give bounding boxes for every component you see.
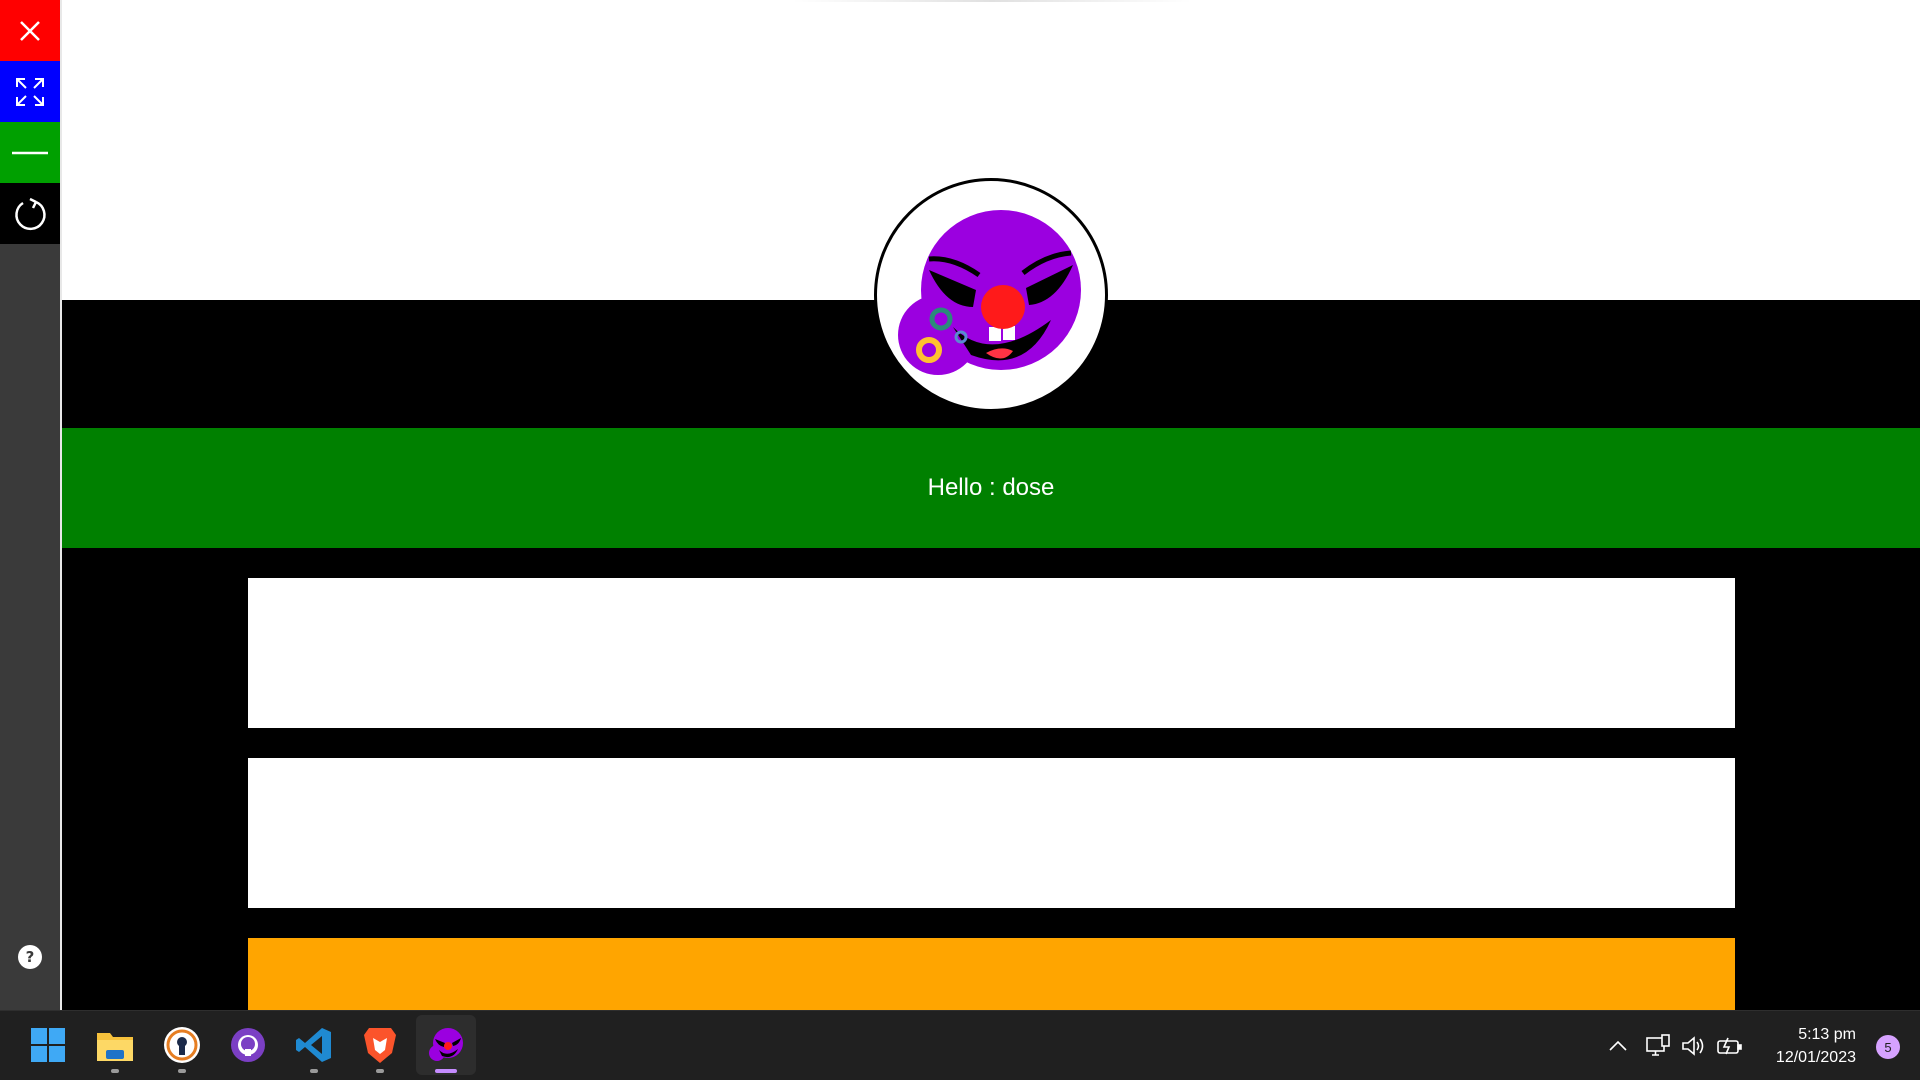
submit-button[interactable] bbox=[248, 938, 1735, 1010]
help-button[interactable]: ? bbox=[18, 945, 42, 969]
reload-icon bbox=[15, 197, 46, 230]
taskbar-clock[interactable]: 5:13 pm 12/01/2023 bbox=[1746, 1023, 1856, 1069]
clown-app-icon bbox=[429, 1028, 463, 1061]
network-icon bbox=[1646, 1034, 1670, 1056]
start-button[interactable] bbox=[18, 1015, 78, 1075]
network-button[interactable] bbox=[1643, 1011, 1673, 1081]
greeting-text: Hello : dose bbox=[927, 474, 1055, 501]
running-indicator bbox=[111, 1069, 119, 1073]
taskbar-file-explorer[interactable] bbox=[85, 1015, 145, 1075]
chevron-up-icon bbox=[1609, 1041, 1627, 1051]
file-explorer-icon bbox=[97, 1033, 133, 1061]
app-window: Hello : dose bbox=[62, 0, 1920, 1010]
taskbar-brave[interactable] bbox=[350, 1015, 410, 1075]
clock-time: 5:13 pm bbox=[1798, 1026, 1856, 1043]
running-indicator bbox=[310, 1069, 318, 1073]
github-icon bbox=[231, 1028, 265, 1062]
greeting-banner: Hello : dose bbox=[62, 428, 1920, 548]
battery-icon bbox=[1717, 1037, 1742, 1055]
window-control-rail: ? bbox=[0, 0, 60, 1010]
minimize-icon bbox=[12, 151, 48, 154]
expand-icon bbox=[16, 77, 44, 106]
notification-count: 5 bbox=[1884, 1039, 1892, 1055]
start-icon bbox=[31, 1028, 65, 1062]
purple-clown-logo-icon bbox=[898, 210, 1081, 375]
taskbar-github[interactable] bbox=[218, 1015, 278, 1075]
show-hidden-icons-button[interactable] bbox=[1604, 1011, 1632, 1081]
notification-badge[interactable]: 5 bbox=[1876, 1035, 1900, 1059]
help-label: ? bbox=[25, 948, 35, 966]
volume-button[interactable] bbox=[1678, 1011, 1708, 1081]
header-shadow bbox=[792, 0, 1192, 2]
battery-button[interactable] bbox=[1714, 1011, 1746, 1081]
reload-button[interactable] bbox=[0, 183, 60, 244]
maximize-button[interactable] bbox=[0, 61, 60, 122]
taskbar: 5:13 pm 12/01/2023 5 bbox=[0, 1010, 1920, 1080]
vscode-icon bbox=[296, 1028, 331, 1062]
keyhole-app-icon bbox=[164, 1027, 200, 1063]
text-field-2[interactable] bbox=[248, 758, 1735, 908]
running-indicator bbox=[376, 1069, 384, 1073]
text-field-1[interactable] bbox=[248, 578, 1735, 728]
form-area bbox=[62, 548, 1920, 1010]
close-button[interactable] bbox=[0, 0, 60, 61]
app-logo bbox=[874, 178, 1108, 412]
close-icon bbox=[20, 20, 40, 41]
taskbar-clown-app[interactable] bbox=[416, 1015, 476, 1075]
taskbar-vscode[interactable] bbox=[284, 1015, 344, 1075]
clock-date: 12/01/2023 bbox=[1775, 1049, 1856, 1066]
minimize-button[interactable] bbox=[0, 122, 60, 183]
active-indicator bbox=[435, 1069, 457, 1073]
volume-icon bbox=[1682, 1036, 1704, 1056]
running-indicator bbox=[178, 1069, 186, 1073]
taskbar-keyhole-app[interactable] bbox=[152, 1015, 212, 1075]
brave-icon bbox=[364, 1028, 396, 1063]
